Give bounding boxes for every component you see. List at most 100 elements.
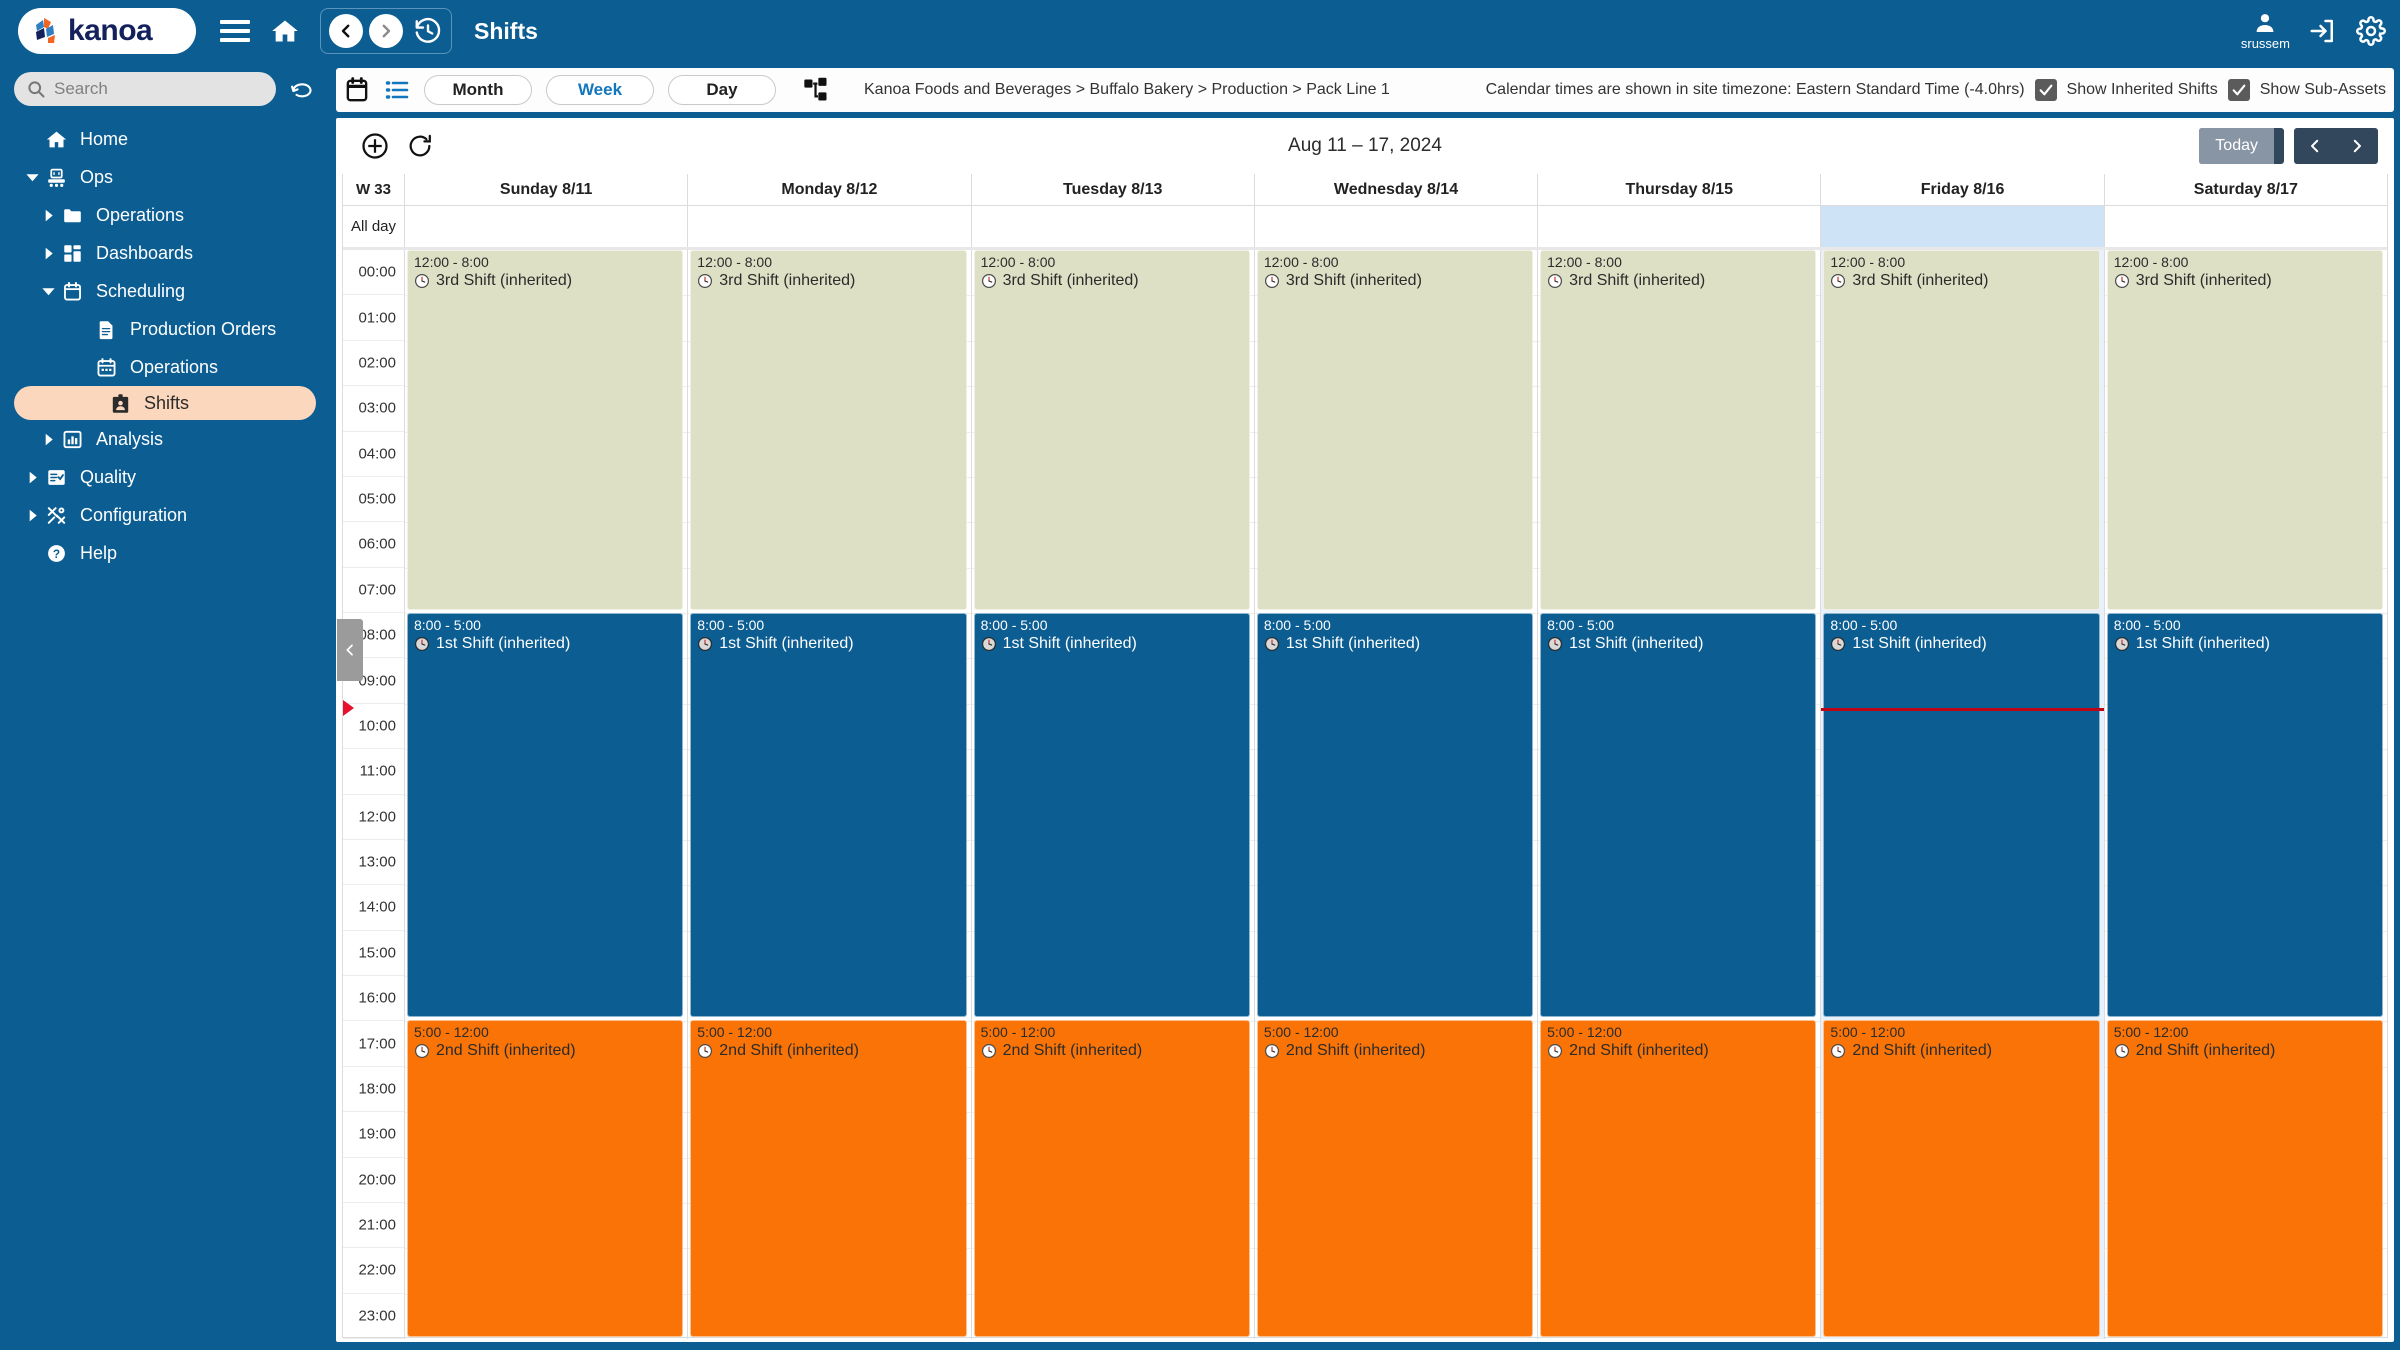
search-input[interactable] [54,79,254,99]
clock-icon [1547,273,1563,289]
day-column[interactable]: 12:00 - 8:00 3rd Shift (inherited) 8:00 - … [1821,250,2105,1339]
sidebar-item-analysis[interactable]: Analysis [0,420,330,458]
sidebar-item-scheduling[interactable]: Scheduling [0,272,330,310]
sidebar-item-quality[interactable]: Quality [0,458,330,496]
list-view-icon[interactable] [384,79,410,101]
sidebar-item-label: Analysis [96,428,164,449]
next-week-button[interactable] [2336,128,2378,164]
breadcrumb[interactable]: Kanoa Foods and Beverages > Buffalo Bake… [864,81,1390,99]
shift-event[interactable]: 8:00 - 5:00 1st Shift (inherited) [1540,613,1817,1017]
shift-event[interactable]: 5:00 - 12:00 2nd Shift (inherited) [1540,1020,1817,1337]
shift-event[interactable]: 12:00 - 8:00 3rd Shift (inherited) [973,250,1250,610]
hour-label: 10:00 [358,717,396,735]
day-header[interactable]: Tuesday 8/13 [972,174,1255,205]
view-day-button[interactable]: Day [668,75,776,105]
shift-event-title: 3rd Shift (inherited) [697,270,965,292]
dashboard-icon [58,243,86,264]
chevron-down-icon[interactable] [22,170,42,185]
day-header[interactable]: Wednesday 8/14 [1255,174,1539,205]
clock-icon [981,1043,997,1059]
shift-event[interactable]: 5:00 - 12:00 2nd Shift (inherited) [690,1020,967,1337]
shift-event[interactable]: 12:00 - 8:00 3rd Shift (inherited) [1823,250,2100,610]
search-input-wrapper[interactable] [14,72,276,106]
all-day-cell[interactable] [1538,206,1822,247]
shift-event[interactable]: 12:00 - 8:00 3rd Shift (inherited) [1256,250,1534,610]
sidebar-item-shifts[interactable]: Shifts [14,386,316,420]
shift-event[interactable]: 8:00 - 5:00 1st Shift (inherited) [690,613,967,1017]
calendar-view-icon[interactable] [344,76,370,104]
undo-icon[interactable] [288,77,316,101]
today-button[interactable]: Today [2199,128,2274,164]
chevron-down-icon[interactable] [38,284,58,299]
gear-icon[interactable] [2356,16,2386,46]
shift-event[interactable]: 5:00 - 12:00 2nd Shift (inherited) [407,1020,684,1337]
clock-icon [981,273,997,289]
asset-tree-icon[interactable] [802,76,830,104]
shift-event[interactable]: 12:00 - 8:00 3rd Shift (inherited) [1540,250,1817,610]
shift-event-time: 5:00 - 12:00 [697,1024,773,1040]
all-day-cell[interactable] [1255,206,1539,247]
day-header[interactable]: Saturday 8/17 [2105,174,2387,205]
previous-week-button[interactable] [2294,128,2336,164]
sidebar-item-home[interactable]: Home [0,120,330,158]
all-day-cell[interactable] [972,206,1255,247]
shift-event[interactable]: 8:00 - 5:00 1st Shift (inherited) [407,613,684,1017]
shift-event[interactable]: 12:00 - 8:00 3rd Shift (inherited) [407,250,684,610]
view-week-button[interactable]: Week [546,75,654,105]
user-menu[interactable]: srussem [2241,11,2290,51]
shift-event[interactable]: 8:00 - 5:00 1st Shift (inherited) [1256,613,1534,1017]
day-column[interactable]: 12:00 - 8:00 3rd Shift (inherited) 8:00 - … [688,250,972,1339]
view-month-button[interactable]: Month [424,75,532,105]
collapse-sidebar-handle[interactable] [337,619,363,681]
home-icon[interactable] [270,17,300,45]
day-header[interactable]: Monday 8/12 [688,174,972,205]
calendar-grid: W 33 Sunday 8/11 Monday 8/12 Tuesday 8/13 W… [337,174,2388,1339]
history-icon[interactable] [413,16,443,46]
sidebar-item-production-orders[interactable]: Production Orders [0,310,330,348]
all-day-cell[interactable] [688,206,972,247]
chevron-right-icon[interactable] [38,246,58,261]
all-day-cell[interactable] [2105,206,2387,247]
chevron-right-icon[interactable] [22,470,42,485]
forward-button[interactable] [369,14,403,48]
chevron-right-icon[interactable] [38,208,58,223]
day-column[interactable]: 12:00 - 8:00 3rd Shift (inherited) 8:00 - … [2104,250,2387,1339]
shift-event[interactable]: 5:00 - 12:00 2nd Shift (inherited) [1256,1020,1534,1337]
sidebar-item-operations-scheduling[interactable]: Operations [0,348,330,386]
all-day-label: All day [343,206,405,247]
shift-event[interactable]: 8:00 - 5:00 1st Shift (inherited) [1823,613,2100,1017]
day-column[interactable]: 12:00 - 8:00 3rd Shift (inherited) 8:00 - … [405,250,689,1339]
day-header[interactable]: Friday 8/16 [1821,174,2105,205]
hour-label-row: 07:00 [343,568,404,613]
shift-event[interactable]: 5:00 - 12:00 2nd Shift (inherited) [2106,1020,2383,1337]
all-day-cell[interactable] [405,206,689,247]
sidebar-item-ops[interactable]: Ops [0,158,330,196]
day-header[interactable]: Thursday 8/15 [1538,174,1822,205]
shift-event[interactable]: 5:00 - 12:00 2nd Shift (inherited) [1823,1020,2100,1337]
hour-label: 16:00 [358,989,396,1007]
shift-event[interactable]: 12:00 - 8:00 3rd Shift (inherited) [2106,250,2383,610]
sidebar-item-dashboards[interactable]: Dashboards [0,234,330,272]
shift-event[interactable]: 5:00 - 12:00 2nd Shift (inherited) [973,1020,1250,1337]
brand-logo[interactable]: kanoa [18,8,196,54]
shift-event-name: 1st Shift (inherited) [719,635,854,652]
shift-event[interactable]: 8:00 - 5:00 1st Shift (inherited) [973,613,1250,1017]
day-column[interactable]: 12:00 - 8:00 3rd Shift (inherited) 8:00 - … [971,250,1255,1339]
day-column[interactable]: 12:00 - 8:00 3rd Shift (inherited) 8:00 - … [1538,250,1822,1339]
show-sub-assets-checkbox[interactable] [2227,79,2250,101]
day-column[interactable]: 12:00 - 8:00 3rd Shift (inherited) 8:00 - … [1254,250,1539,1339]
sidebar-item-help[interactable]: ? Help [0,534,330,572]
sidebar-item-configuration[interactable]: Configuration [0,496,330,534]
menu-toggle-icon[interactable] [220,20,250,42]
show-inherited-shifts-checkbox[interactable] [2034,79,2057,101]
shift-event[interactable]: 12:00 - 8:00 3rd Shift (inherited) [690,250,967,610]
logout-icon[interactable] [2308,16,2338,46]
chevron-right-icon[interactable] [22,508,42,523]
all-day-cell[interactable] [1821,206,2105,247]
sidebar-item-operations-ops[interactable]: Operations [0,196,330,234]
shift-event[interactable]: 8:00 - 5:00 1st Shift (inherited) [2106,613,2383,1017]
day-header[interactable]: Sunday 8/11 [405,174,689,205]
chevron-right-icon[interactable] [38,432,58,447]
back-button[interactable] [329,14,363,48]
hour-label-row: 22:00 [343,1248,404,1294]
